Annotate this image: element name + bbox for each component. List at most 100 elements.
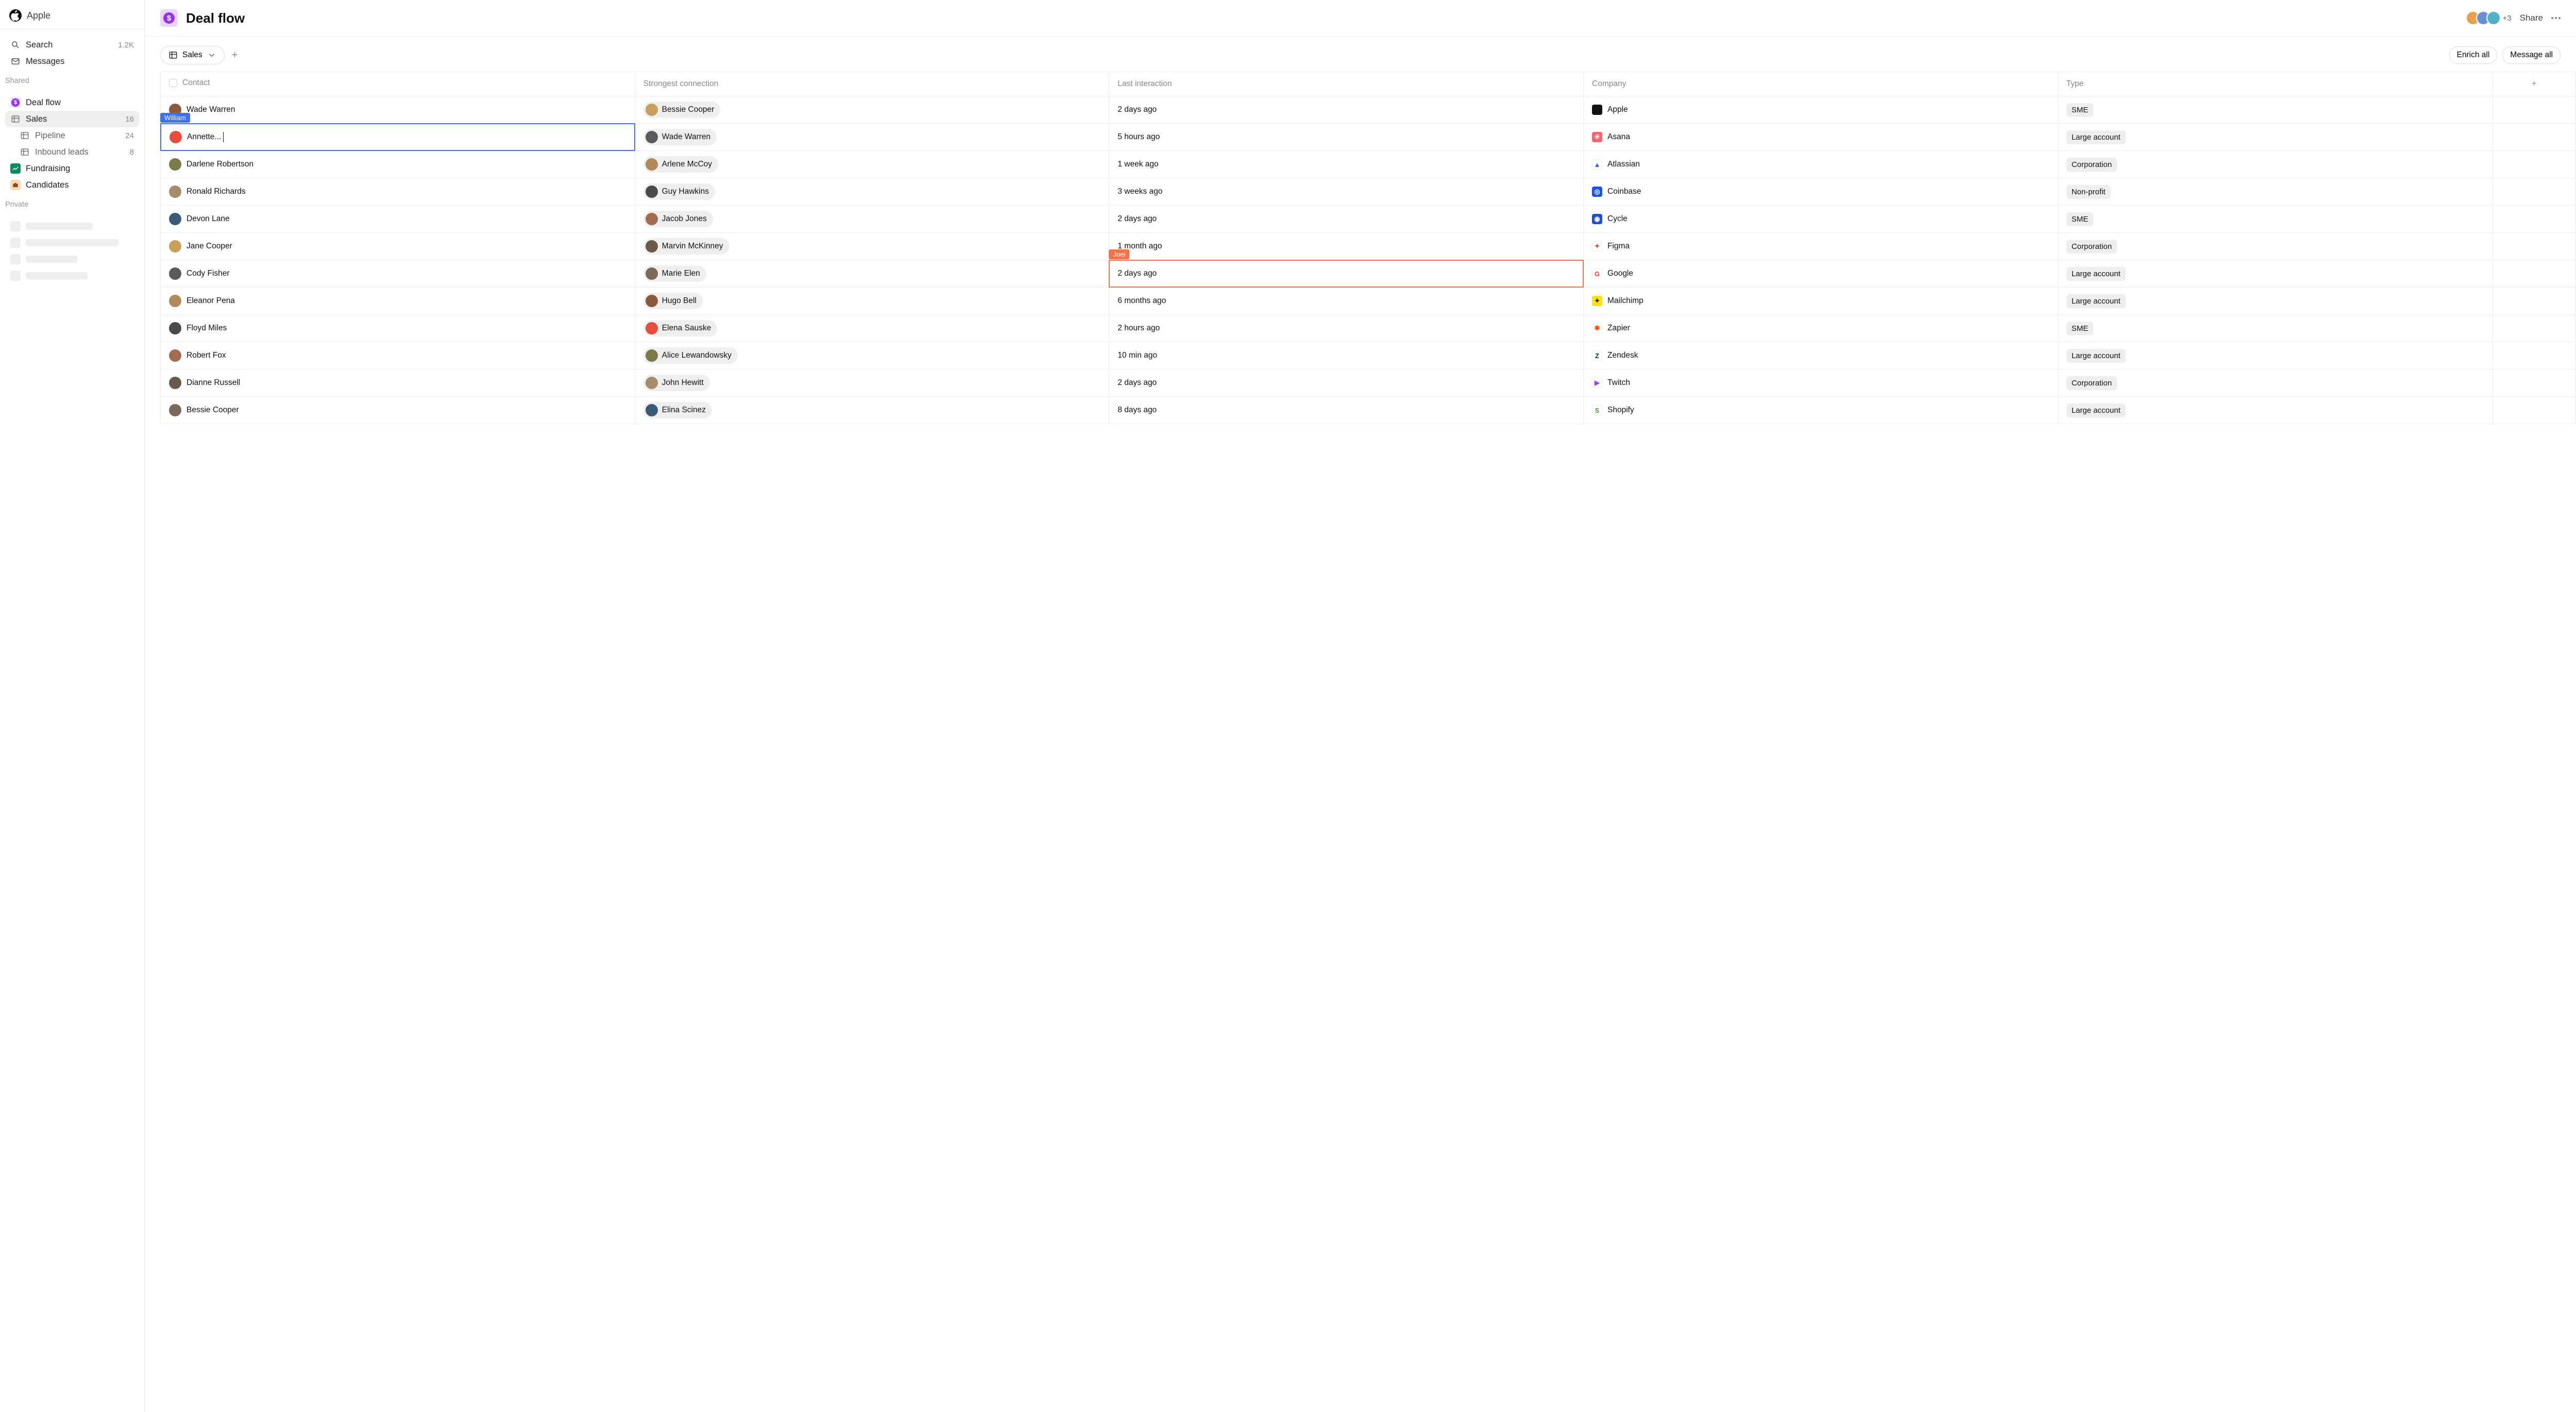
dollar-icon: $: [163, 12, 175, 24]
contact-name: Darlene Robertson: [187, 160, 253, 169]
col-connection[interactable]: Strongest connection: [635, 72, 1109, 96]
col-last[interactable]: Last interaction: [1109, 72, 1584, 96]
avatar-overflow[interactable]: +3: [2503, 14, 2512, 23]
table-row[interactable]: Wade WarrenBessie Cooper2 days agoAppleS…: [161, 96, 2576, 124]
type-tag[interactable]: Large account: [2066, 404, 2126, 417]
collaborator-avatars[interactable]: +3: [2466, 11, 2512, 25]
connection-name: Marvin McKinney: [662, 242, 723, 251]
table-icon: [10, 114, 21, 124]
sidebar-item-deal-flow[interactable]: $Deal flow: [5, 94, 139, 111]
nav-messages[interactable]: Messages: [5, 53, 139, 70]
type-tag[interactable]: Large account: [2066, 130, 2126, 144]
add-view-button[interactable]: +: [232, 49, 238, 61]
avatar-icon: [170, 131, 182, 143]
topbar: $ Deal flow +3 Share: [145, 0, 2576, 37]
avatar-icon: [646, 267, 658, 280]
mail-icon: [10, 56, 21, 66]
company-logo-icon: [1592, 105, 1602, 115]
type-tag[interactable]: SME: [2066, 322, 2094, 335]
shared-heading: Shared: [0, 72, 144, 87]
connection-name: Guy Hawkins: [662, 187, 709, 196]
connection-pill[interactable]: Arlene McCoy: [643, 156, 718, 173]
table-row[interactable]: Cody FisherMarie Elen2 days agoJoeiGGoog…: [161, 260, 2576, 288]
connection-pill[interactable]: Elena Sauske: [643, 320, 718, 337]
connection-name: John Hewitt: [662, 378, 704, 388]
sidebar-item-pipeline[interactable]: Pipeline24: [5, 127, 139, 144]
connection-pill[interactable]: Hugo Bell: [643, 293, 703, 309]
avatar-icon: [646, 131, 658, 143]
company-name: Zapier: [1607, 324, 1630, 333]
connection-pill[interactable]: Elina Scinez: [643, 402, 712, 418]
table-row[interactable]: Devon LaneJacob Jones2 days ago◉CycleSME: [161, 206, 2576, 233]
page-title: Deal flow: [186, 10, 245, 26]
type-tag[interactable]: SME: [2066, 103, 2094, 117]
company-logo-icon: ✦: [1592, 296, 1602, 306]
type-tag[interactable]: Corporation: [2066, 158, 2117, 172]
select-all-checkbox[interactable]: [169, 79, 177, 87]
table-row[interactable]: Bessie CooperElina Scinez8 days agoSShop…: [161, 397, 2576, 424]
table-row[interactable]: Jane CooperMarvin McKinney1 month ago✦Fi…: [161, 233, 2576, 260]
table-row[interactable]: WilliamAnnette...Wade Warren5 hours ago✳…: [161, 124, 2576, 151]
table-row[interactable]: Darlene RobertsonArlene McCoy1 week ago▲…: [161, 151, 2576, 178]
company-name: Twitch: [1607, 378, 1630, 388]
type-tag[interactable]: Corporation: [2066, 240, 2117, 254]
table-icon: [20, 130, 30, 141]
nav-search-label: Search: [26, 40, 53, 50]
more-menu-icon[interactable]: [2551, 17, 2561, 19]
type-tag[interactable]: Non-profit: [2066, 185, 2111, 199]
page-icon: $: [160, 9, 178, 27]
table-row[interactable]: Eleanor PenaHugo Bell6 months ago✦Mailch…: [161, 288, 2576, 315]
last-interaction: 2 days ago: [1117, 214, 1157, 224]
editing-cell[interactable]: WilliamAnnette...: [160, 123, 635, 151]
nav-search[interactable]: Search 1.2K: [5, 37, 139, 53]
add-column-button[interactable]: +: [2493, 72, 2575, 96]
type-tag[interactable]: SME: [2066, 212, 2094, 226]
type-tag[interactable]: Large account: [2066, 267, 2126, 281]
contact-name: Eleanor Pena: [187, 296, 235, 306]
type-tag[interactable]: Corporation: [2066, 376, 2117, 390]
connection-pill[interactable]: Marvin McKinney: [643, 238, 730, 255]
connection-pill[interactable]: Guy Hawkins: [643, 183, 715, 200]
empty-cell: [2493, 151, 2575, 178]
connection-name: Jacob Jones: [662, 214, 707, 224]
table-row[interactable]: Dianne RussellJohn Hewitt2 days ago▶Twit…: [161, 369, 2576, 397]
col-type[interactable]: Type: [2058, 72, 2493, 96]
table-header-row: Contact Strongest connection Last intera…: [161, 72, 2576, 96]
type-tag[interactable]: Large account: [2066, 349, 2126, 363]
avatar[interactable]: [2486, 11, 2501, 25]
company-name: Coinbase: [1607, 187, 1641, 196]
sidebar-item-candidates[interactable]: Candidates: [5, 177, 139, 193]
table-row[interactable]: Robert FoxAlice Lewandowsky10 min agoZZe…: [161, 342, 2576, 369]
avatar-icon: [169, 267, 181, 280]
message-all-button[interactable]: Message all: [2502, 46, 2561, 64]
connection-pill[interactable]: Bessie Cooper: [643, 102, 721, 118]
company-name: Cycle: [1607, 214, 1628, 224]
sidebar-item-inbound-leads[interactable]: Inbound leads8: [5, 144, 139, 160]
last-interaction: 1 month ago: [1117, 242, 1162, 251]
avatar-icon: [646, 104, 658, 116]
col-company[interactable]: Company: [1584, 72, 2058, 96]
connection-pill[interactable]: Wade Warren: [643, 129, 717, 145]
sidebar-item-sales[interactable]: Sales16: [5, 111, 139, 127]
sidebar-item-fundraising[interactable]: Fundraising: [5, 160, 139, 177]
enrich-all-button[interactable]: Enrich all: [2449, 46, 2498, 64]
nav-messages-label: Messages: [26, 57, 64, 66]
last-interaction: 2 days ago: [1117, 269, 1157, 278]
empty-cell: [2493, 288, 2575, 315]
col-contact[interactable]: Contact: [161, 72, 635, 96]
connection-pill[interactable]: Jacob Jones: [643, 211, 713, 227]
workspace-header[interactable]: Apple: [0, 9, 144, 29]
private-list: [0, 211, 144, 286]
table-row[interactable]: Ronald RichardsGuy Hawkins3 weeks ago◎Co…: [161, 178, 2576, 206]
connection-pill[interactable]: Marie Elen: [643, 265, 706, 282]
table-row[interactable]: Floyd MilesElena Sauske2 hours ago✱Zapie…: [161, 315, 2576, 342]
briefcase-icon: [10, 180, 21, 190]
share-button[interactable]: Share: [2520, 13, 2543, 23]
connection-pill[interactable]: John Hewitt: [643, 375, 710, 391]
contact-name: Annette...: [187, 132, 221, 142]
connection-pill[interactable]: Alice Lewandowsky: [643, 347, 738, 364]
company-logo-icon: ▲: [1592, 159, 1602, 170]
connection-name: Wade Warren: [662, 132, 710, 142]
view-selector[interactable]: Sales: [160, 46, 225, 64]
type-tag[interactable]: Large account: [2066, 294, 2126, 308]
